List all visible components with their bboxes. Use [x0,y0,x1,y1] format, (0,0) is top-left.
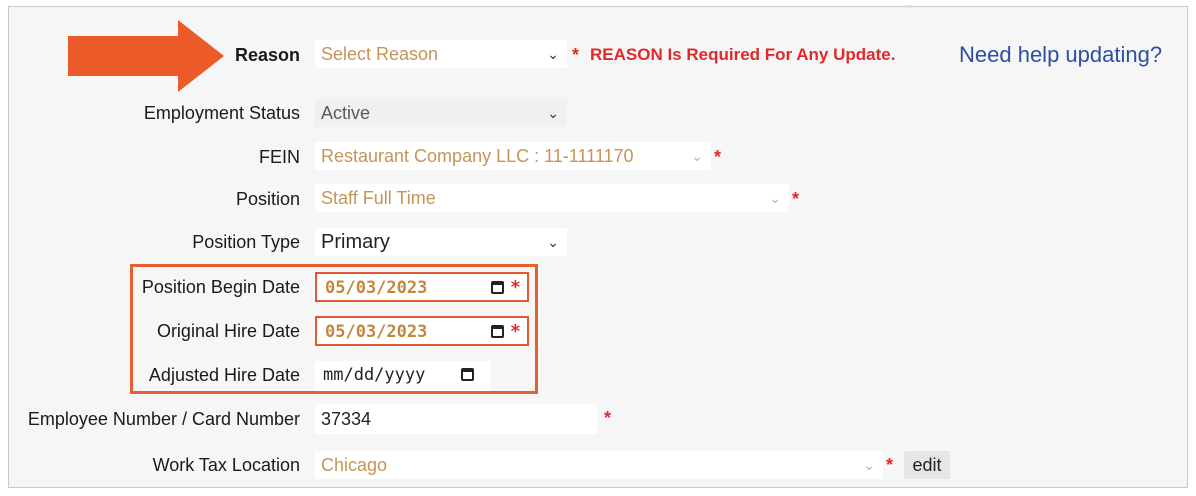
original-hire-date-value: 05/03/2023 [325,322,428,342]
position-select[interactable]: Staff Full Time ⌄ [315,184,789,212]
fein-label: FEIN [258,147,300,167]
original-hire-date-label: Original Hire Date [156,321,300,341]
work-tax-location-label: Work Tax Location [152,455,300,475]
position-begin-date-input[interactable]: 05/03/2023 * [315,272,529,302]
employee-number-required-marker: * [604,408,612,428]
chevron-down-icon: ⌄ [863,457,875,473]
adjusted-hire-date-input[interactable]: mm/dd/yyyy [315,361,491,391]
employment-status-select[interactable]: Active ⌄ [315,99,567,127]
reason-required-marker: * [572,45,580,65]
work-tax-location-select[interactable]: Chicago ⌄ [315,451,883,479]
adjusted-hire-date-placeholder: mm/dd/yyyy [323,365,426,385]
employee-number-input[interactable]: 37334 [315,404,597,434]
original-hire-date-required-marker: * [510,321,521,342]
position-begin-date-value: 05/03/2023 [325,278,428,298]
original-hire-date-input[interactable]: 05/03/2023 * [315,316,529,346]
position-required-marker: * [792,189,800,209]
help-link[interactable]: Need help updating? [959,42,1162,68]
position-label: Position [235,189,300,209]
position-type-label: Position Type [192,232,300,252]
position-type-select[interactable]: Primary ⌄ [315,228,567,256]
employee-number-label: Employee Number / Card Number [27,409,300,429]
fein-value: Restaurant Company LLC : 11-1111170 [321,146,634,166]
chevron-down-icon: ⌄ [547,46,559,62]
employee-number-value: 37334 [321,409,372,429]
work-tax-location-required-marker: * [886,455,894,475]
adjusted-hire-date-label: Adjusted Hire Date [148,365,300,385]
employment-status-value: Active [321,103,371,123]
calendar-icon[interactable] [461,368,474,381]
fein-required-marker: * [714,147,722,167]
edit-button[interactable]: edit [904,451,950,479]
work-tax-location-value: Chicago [321,455,388,475]
position-value: Staff Full Time [321,188,436,208]
employment-status-label: Employment Status [143,103,300,123]
fein-select[interactable]: Restaurant Company LLC : 11-1111170 ⌄ [315,142,711,170]
reason-select[interactable]: Select Reason ⌄ [315,40,567,68]
position-begin-date-required-marker: * [510,277,521,298]
position-type-value: Primary [321,231,390,253]
reason-label: Reason [234,45,300,65]
divider [906,5,912,8]
chevron-down-icon: ⌄ [547,105,559,121]
chevron-down-icon: ⌄ [547,234,559,250]
calendar-icon[interactable] [491,281,504,294]
chevron-down-icon: ⌄ [769,190,781,206]
reason-required-message: REASON Is Required For Any Update. [590,45,896,64]
position-begin-date-label: Position Begin Date [141,277,300,297]
calendar-icon[interactable] [491,325,504,338]
chevron-down-icon: ⌄ [691,148,703,164]
reason-select-value: Select Reason [321,44,439,64]
